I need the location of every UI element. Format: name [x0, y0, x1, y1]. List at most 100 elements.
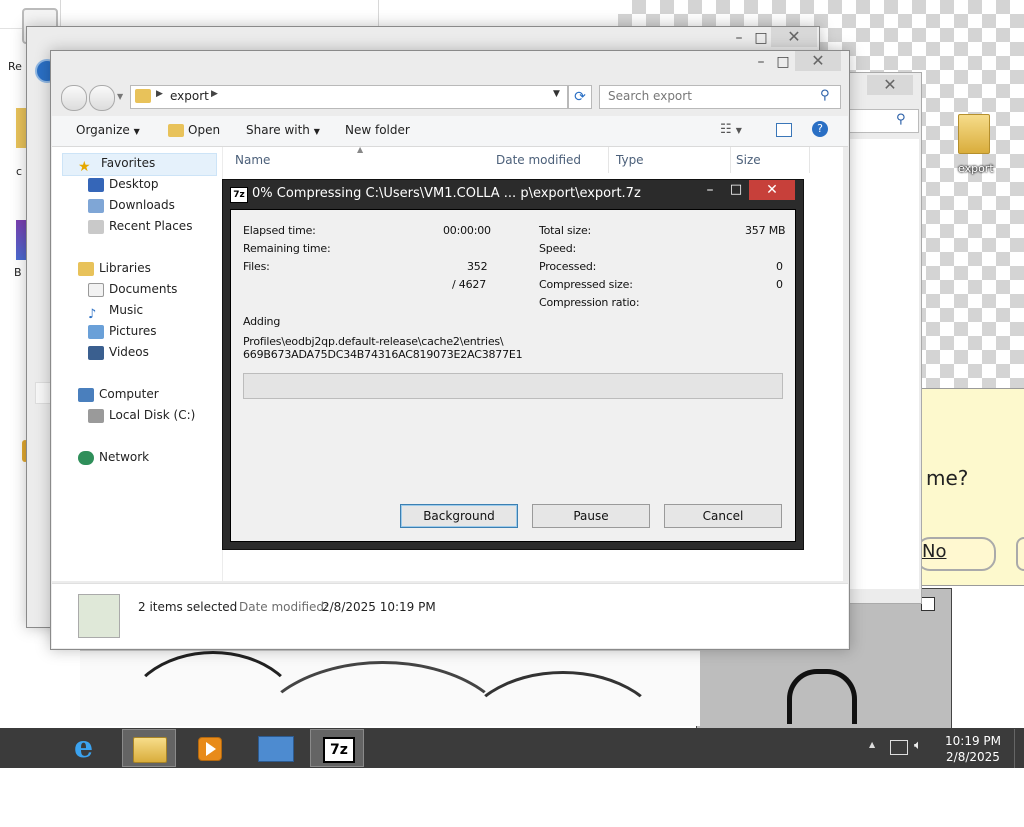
back-button[interactable]	[61, 85, 87, 111]
cancel-button[interactable]: Cancel	[664, 504, 782, 528]
minimize-icon[interactable]: –	[699, 182, 721, 200]
total-size-label: Total size:	[539, 224, 592, 237]
search-icon: ⚲	[896, 112, 906, 127]
elapsed-time-label: Elapsed time:	[243, 224, 316, 237]
background-window-strip	[0, 0, 618, 29]
status-date-value: 2/8/2025 10:19 PM	[322, 600, 436, 614]
folder-icon[interactable]	[16, 108, 26, 148]
desktop-export-folder[interactable]: export	[950, 110, 996, 176]
nav-desktop[interactable]: Desktop	[88, 174, 159, 195]
status-date-label: Date modified:	[239, 600, 329, 614]
taskbar-clock[interactable]: 10:19 PM 2/8/2025	[940, 733, 1006, 765]
nav-pictures-label: Pictures	[109, 324, 157, 338]
refresh-icon[interactable]: ⟳	[568, 85, 592, 109]
current-file-name: 669B673ADA75DC34B74316AC819073E2AC3877E1	[243, 348, 523, 361]
7zip-icon: 7z	[323, 737, 355, 763]
preview-pane-icon[interactable]	[776, 123, 792, 137]
nav-favorites-label: Favorites	[101, 156, 156, 170]
taskbar-media-player[interactable]	[182, 729, 236, 767]
processed-value: 0	[776, 260, 783, 273]
view-options-icon[interactable]: ☷ ▼	[720, 122, 742, 137]
minimize-icon[interactable]: –	[749, 53, 773, 71]
background-no-button[interactable]: No	[916, 537, 996, 571]
elapsed-time-value: 00:00:00	[443, 224, 491, 237]
maximize-icon[interactable]: □	[771, 53, 795, 71]
search-input[interactable]: Search export ⚲	[599, 85, 841, 109]
maximize-icon[interactable]: □	[725, 182, 747, 200]
chevron-down-icon: ▼	[313, 127, 320, 136]
taskbar-internet-explorer[interactable]: e	[64, 729, 118, 767]
compression-ratio-label: Compression ratio:	[539, 296, 640, 309]
nav-local-disk[interactable]: Local Disk (C:)	[88, 405, 195, 426]
downloads-icon	[88, 198, 104, 213]
show-desktop-button[interactable]	[1014, 729, 1024, 768]
nav-pictures[interactable]: Pictures	[88, 321, 157, 342]
background-divider	[378, 0, 379, 26]
desktop-icon-label: export	[958, 162, 994, 175]
drive-icon	[88, 408, 104, 423]
clock-time: 10:19 PM	[945, 734, 1001, 748]
column-divider	[730, 147, 731, 173]
files-total: / 4627	[452, 278, 486, 291]
pause-button[interactable]: Pause	[532, 504, 650, 528]
play-icon	[206, 742, 216, 756]
nav-libraries[interactable]: Libraries	[78, 258, 151, 279]
clock-date: 2/8/2025	[946, 750, 1000, 764]
command-bar: Organize ▼ Open Share with ▼ New folder …	[52, 116, 848, 147]
open-button[interactable]: Open	[188, 123, 220, 137]
nav-videos[interactable]: Videos	[88, 342, 149, 363]
column-header-name[interactable]: Name	[235, 153, 270, 167]
breadcrumb-item[interactable]: export	[170, 89, 209, 103]
chevron-down-icon: ▼	[133, 127, 140, 136]
nav-documents-label: Documents	[109, 282, 178, 296]
show-hidden-icons[interactable]: ▲	[869, 740, 875, 749]
compressed-size-label: Compressed size:	[539, 278, 633, 291]
network-tray-icon[interactable]	[890, 740, 908, 755]
column-header-size[interactable]: Size	[736, 153, 761, 167]
selected-files-thumbnail	[78, 594, 120, 638]
taskbar-file-explorer[interactable]	[122, 729, 176, 767]
nav-music[interactable]: ♪ Music	[88, 300, 144, 322]
maximize-icon[interactable]: □	[749, 29, 773, 47]
desktop-icon-label: Re	[8, 60, 22, 73]
desktop-icon-label: c	[16, 165, 23, 178]
close-button[interactable]: ✕	[795, 51, 841, 71]
nav-network[interactable]: Network	[78, 447, 149, 468]
nav-recent-places[interactable]: Recent Places	[88, 216, 192, 237]
taskbar-control-panel[interactable]	[248, 729, 302, 767]
volume-icon[interactable]: 🔈︎	[914, 738, 922, 753]
search-icon[interactable]: ⚲	[820, 88, 830, 103]
organize-menu[interactable]: Organize ▼	[76, 123, 140, 137]
close-button[interactable]: ✕	[867, 75, 913, 95]
nav-local-disk-label: Local Disk (C:)	[109, 408, 196, 422]
computer-icon	[78, 387, 94, 402]
current-file-path: Profiles\eodbj2qp.default-release\cache2…	[243, 335, 504, 348]
dialog-title: 0% Compressing C:\Users\VM1.COLLA ... p\…	[252, 186, 641, 201]
nav-music-label: Music	[109, 303, 144, 317]
nav-downloads[interactable]: Downloads	[88, 195, 175, 216]
nav-computer[interactable]: Computer	[78, 384, 159, 405]
nav-libraries-label: Libraries	[99, 261, 151, 275]
column-header-date[interactable]: Date modified	[496, 153, 581, 167]
nav-documents[interactable]: Documents	[88, 279, 177, 300]
share-with-label: Share with	[246, 123, 310, 137]
address-bar[interactable]: ▶ export ▶ ▼	[130, 85, 568, 109]
address-dropdown-icon[interactable]: ▼	[553, 89, 560, 99]
close-button[interactable]: ✕	[749, 180, 795, 200]
column-header-type[interactable]: Type	[616, 153, 644, 167]
share-with-menu[interactable]: Share with ▼	[246, 123, 320, 137]
new-folder-button[interactable]: New folder	[345, 123, 410, 137]
background-artwork	[787, 669, 857, 724]
background-button[interactable]: Background	[400, 504, 518, 528]
nav-favorites[interactable]: ★ Favorites	[78, 153, 156, 175]
minimize-icon[interactable]: –	[727, 29, 751, 47]
taskbar-7zip[interactable]: 7z	[310, 729, 364, 767]
breadcrumb-chevron-icon[interactable]: ▶	[211, 89, 218, 99]
recent-locations-icon[interactable]: ▼	[117, 92, 123, 101]
help-icon[interactable]: ?	[812, 121, 828, 137]
close-button[interactable]: ✕	[771, 27, 817, 47]
control-panel-icon	[258, 736, 294, 762]
compression-dialog: 7z 0% Compressing C:\Users\VM1.COLLA ...…	[222, 179, 804, 550]
app-icon[interactable]	[16, 220, 26, 260]
forward-button[interactable]	[89, 85, 115, 111]
